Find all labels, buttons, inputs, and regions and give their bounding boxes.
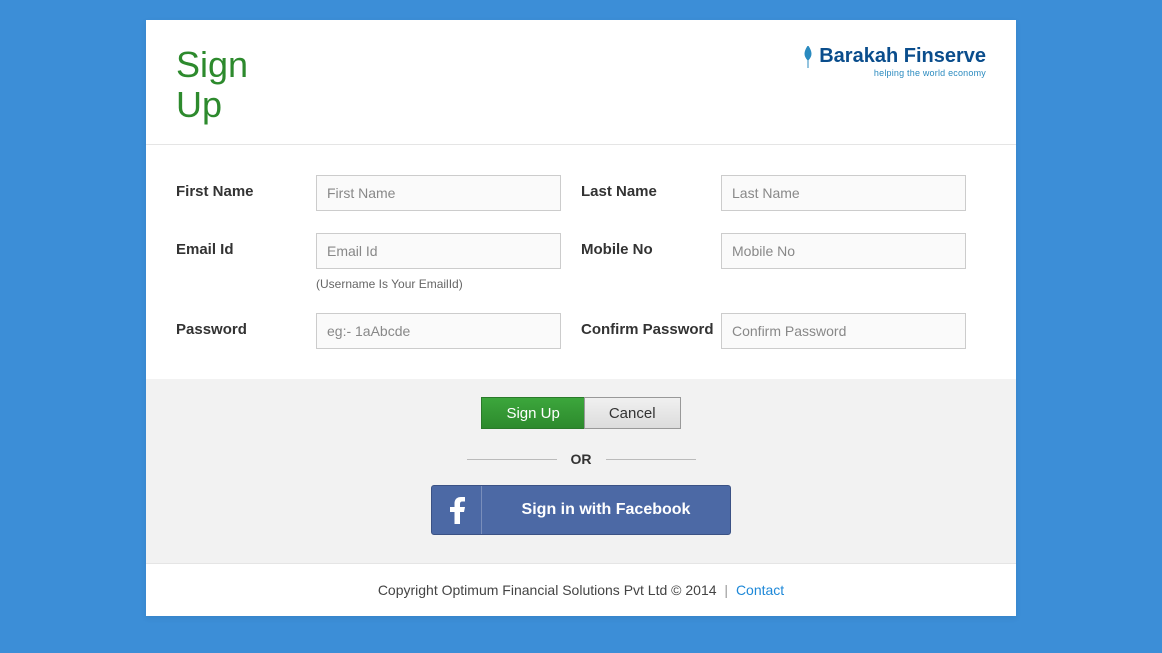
first-name-input[interactable] (316, 175, 561, 211)
signup-card: Sign Up Barakah Finserve helping the wor… (146, 20, 1016, 616)
first-name-label: First Name (176, 175, 316, 200)
or-text: OR (571, 451, 592, 467)
copyright-text: Copyright Optimum Financial Solutions Pv… (378, 582, 717, 598)
email-label: Email Id (176, 233, 316, 258)
email-input[interactable] (316, 233, 561, 269)
last-name-input[interactable] (721, 175, 966, 211)
contact-link[interactable]: Contact (736, 582, 784, 598)
footer-divider: | (724, 582, 728, 598)
password-input[interactable] (316, 313, 561, 349)
page-title: Sign Up (176, 45, 276, 124)
facebook-signin-button[interactable]: Sign in with Facebook (431, 485, 731, 535)
facebook-button-label: Sign in with Facebook (482, 501, 730, 519)
leaf-icon (801, 46, 815, 68)
card-header: Sign Up Barakah Finserve helping the wor… (146, 20, 1016, 145)
footer: Copyright Optimum Financial Solutions Pv… (146, 563, 1016, 616)
signup-button[interactable]: Sign Up (481, 397, 584, 429)
last-name-label: Last Name (581, 175, 721, 200)
form-area: First Name Last Name Email Id (Username … (146, 145, 1016, 379)
divider-line-left (467, 459, 557, 460)
brand-name: Barakah Finserve (819, 45, 986, 68)
or-divider: OR (146, 451, 1016, 467)
mobile-input[interactable] (721, 233, 966, 269)
brand-logo: Barakah Finserve helping the world econo… (801, 45, 986, 78)
confirm-password-label: Confirm Password (581, 313, 721, 338)
actions-area: Sign Up Cancel OR Sign in with Facebook (146, 379, 1016, 563)
facebook-icon (432, 486, 482, 534)
confirm-password-input[interactable] (721, 313, 966, 349)
email-hint: (Username Is Your EmailId) (316, 277, 561, 291)
brand-tagline: helping the world economy (801, 68, 986, 78)
divider-line-right (606, 459, 696, 460)
mobile-label: Mobile No (581, 233, 721, 258)
password-label: Password (176, 313, 316, 338)
cancel-button[interactable]: Cancel (584, 397, 681, 429)
